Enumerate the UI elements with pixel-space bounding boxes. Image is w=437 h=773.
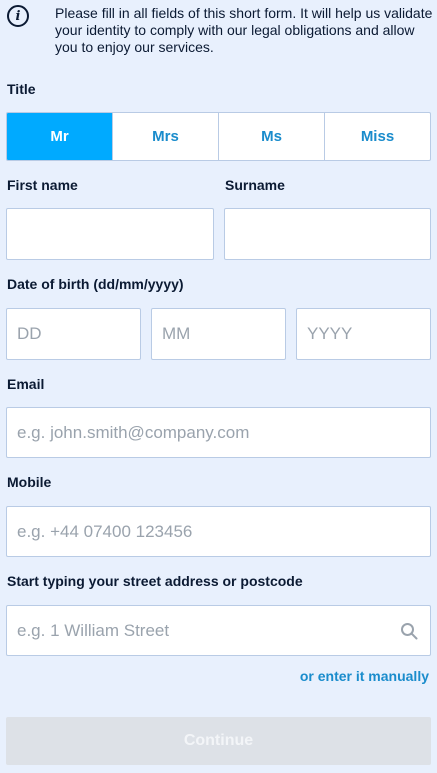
info-text: Please fill in all fields of this short …	[55, 5, 433, 55]
dob-day-field	[6, 308, 141, 360]
title-option-ms[interactable]: Ms	[218, 113, 324, 160]
surname-label: Surname	[225, 177, 285, 193]
search-icon[interactable]	[400, 622, 418, 640]
title-option-mrs[interactable]: Mrs	[112, 113, 218, 160]
continue-button[interactable]: Continue	[6, 717, 431, 765]
first-name-field	[6, 208, 214, 260]
title-label: Title	[7, 81, 36, 97]
mobile-label: Mobile	[7, 474, 52, 490]
mobile-field	[6, 506, 431, 557]
info-icon: i	[7, 5, 29, 27]
surname-field	[224, 208, 431, 260]
dob-day-input[interactable]	[7, 309, 140, 359]
email-input[interactable]	[7, 408, 430, 457]
dob-label: Date of birth (dd/mm/yyyy)	[7, 276, 184, 292]
surname-input[interactable]	[225, 209, 430, 259]
mobile-input[interactable]	[7, 507, 430, 556]
address-label: Start typing your street address or post…	[7, 573, 303, 589]
email-field	[6, 407, 431, 458]
first-name-label: First name	[7, 177, 78, 193]
enter-address-manually-link[interactable]: or enter it manually	[300, 668, 429, 684]
dob-month-input[interactable]	[152, 309, 285, 359]
address-field	[6, 605, 431, 656]
title-selector: Mr Mrs Ms Miss	[6, 112, 431, 161]
email-label: Email	[7, 376, 45, 392]
dob-year-input[interactable]	[297, 309, 430, 359]
dob-year-field	[296, 308, 431, 360]
info-banner: i Please fill in all fields of this shor…	[0, 0, 437, 70]
dob-month-field	[151, 308, 286, 360]
title-option-mr[interactable]: Mr	[7, 113, 112, 160]
title-option-miss[interactable]: Miss	[324, 113, 430, 160]
address-input[interactable]	[7, 606, 430, 655]
first-name-input[interactable]	[7, 209, 213, 259]
